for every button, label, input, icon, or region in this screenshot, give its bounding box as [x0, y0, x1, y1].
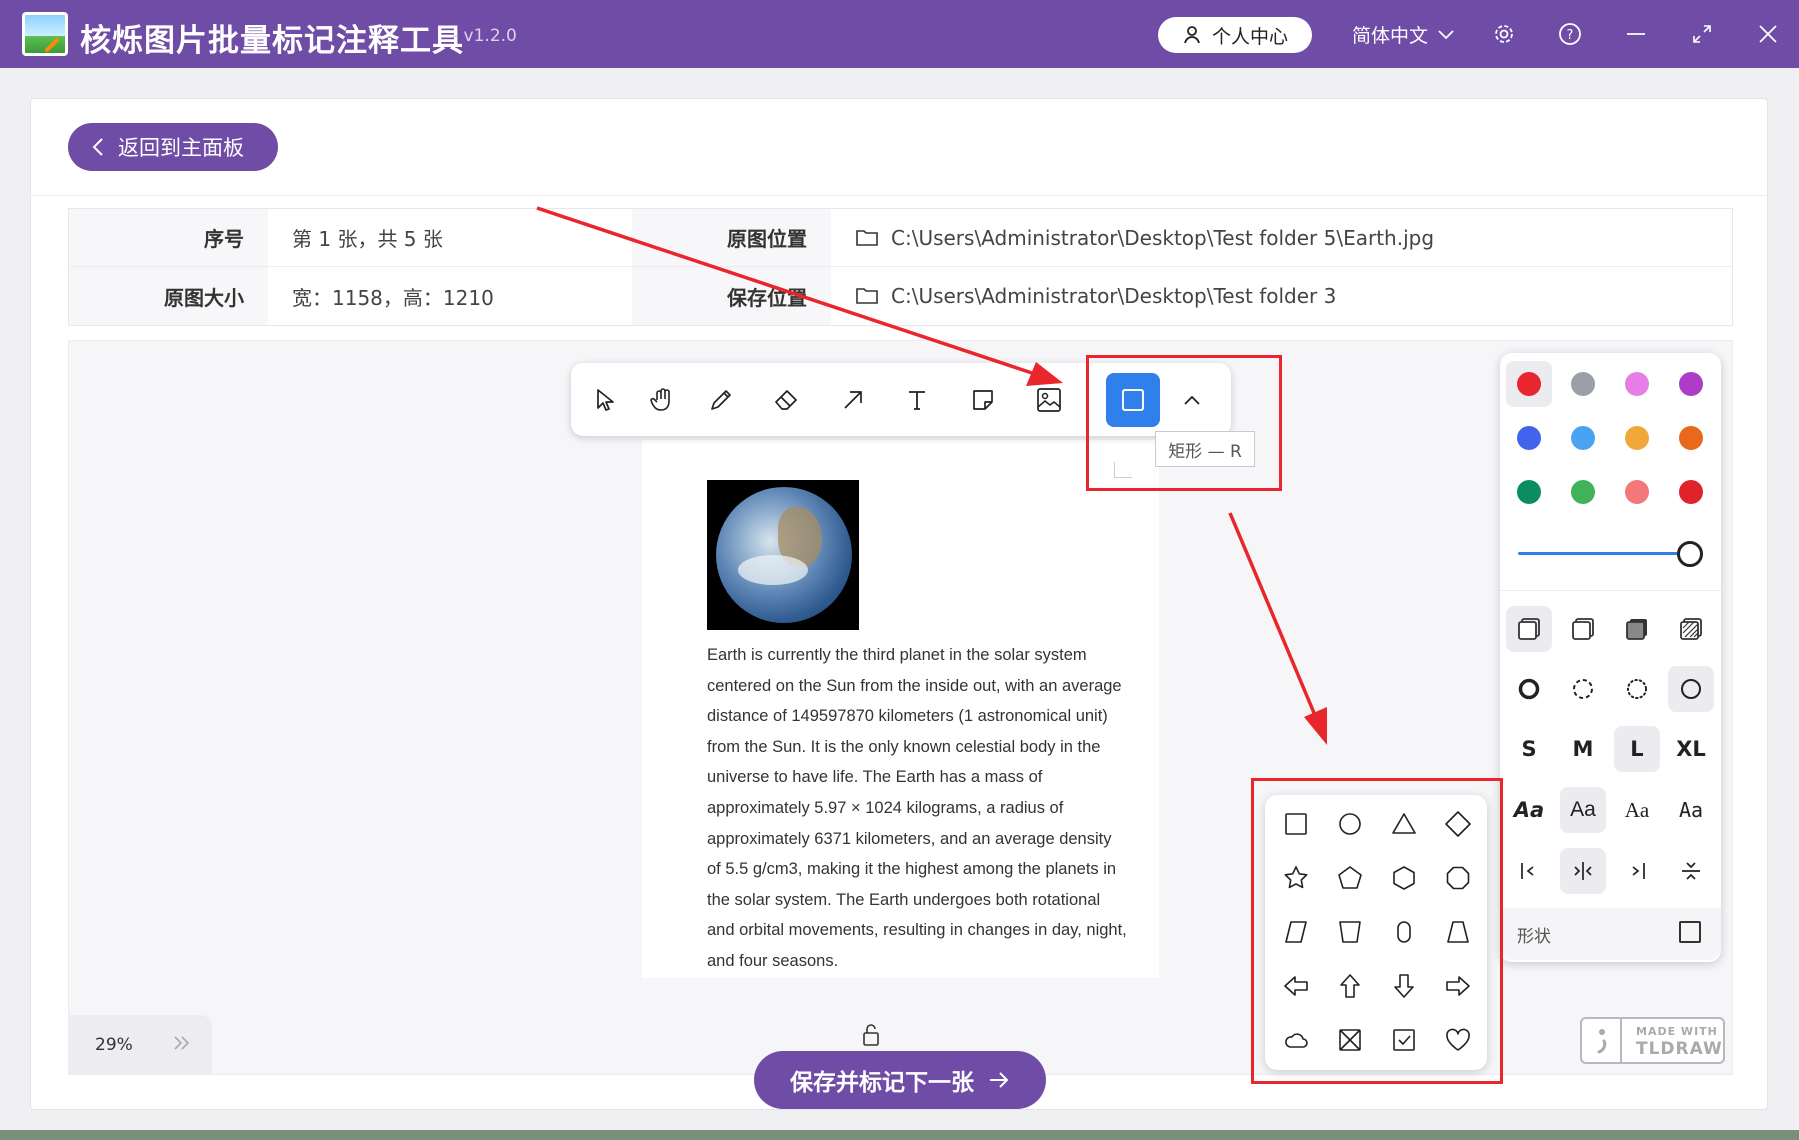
note-icon[interactable]: [956, 373, 1010, 427]
font-draw-button[interactable]: Aa: [1506, 787, 1552, 833]
tldraw-logo-icon: [1582, 1019, 1622, 1062]
color-swatch[interactable]: [1517, 426, 1541, 450]
color-swatch[interactable]: [1679, 372, 1703, 396]
color-swatch[interactable]: [1679, 480, 1703, 504]
size-s-button[interactable]: S: [1506, 726, 1552, 772]
color-swatch[interactable]: [1679, 426, 1703, 450]
size-xl-button[interactable]: XL: [1668, 726, 1714, 772]
desktop-background-strip: [0, 1130, 1799, 1140]
eraser-icon[interactable]: [760, 373, 814, 427]
document-text: Earth is currently the third planet in t…: [707, 646, 1127, 970]
source-label: 原图位置: [632, 209, 831, 267]
opacity-slider-track[interactable]: [1518, 552, 1690, 555]
save-and-next-button[interactable]: 保存并标记下一张: [754, 1051, 1046, 1109]
tldraw-label: TLDRAW: [1636, 1039, 1723, 1059]
color-swatch[interactable]: [1625, 480, 1649, 504]
color-swatch[interactable]: [1571, 372, 1595, 396]
title-bar: 核烁图片批量标记注释工具 - v1.2.0 个人中心 简体中文 ?: [0, 0, 1799, 68]
fill-none-icon[interactable]: [1506, 606, 1552, 652]
save-and-next-label: 保存并标记下一张: [790, 1070, 974, 1096]
folder-icon: [856, 288, 878, 304]
align-end-icon[interactable]: [1614, 848, 1660, 894]
app-title: 核烁图片批量标记注释工具: [80, 23, 464, 59]
shape-label: 形状: [1517, 927, 1551, 947]
select-icon[interactable]: [578, 373, 632, 427]
double-chevron-right-icon[interactable]: [172, 1032, 192, 1056]
settings-icon[interactable]: [1490, 20, 1518, 48]
image-icon[interactable]: [1022, 373, 1076, 427]
back-to-dashboard-button[interactable]: 返回到主面板: [68, 123, 278, 171]
index-value: 第 1 张，共 5 张: [268, 209, 632, 267]
align-middle-icon[interactable]: [1560, 848, 1606, 894]
separator: [1500, 590, 1721, 591]
color-swatch[interactable]: [1625, 372, 1649, 396]
fill-semi-icon[interactable]: [1560, 606, 1606, 652]
size-value: 宽：1158，高：1210: [292, 285, 494, 310]
size-m-button[interactable]: M: [1560, 726, 1606, 772]
save-path[interactable]: C:\Users\Administrator\Desktop\Test fold…: [831, 267, 1734, 325]
earth-image[interactable]: [707, 480, 859, 630]
dash-draw-icon[interactable]: [1506, 666, 1552, 712]
source-path-text: C:\Users\Administrator\Desktop\Test fold…: [891, 225, 1435, 250]
language-select[interactable]: 简体中文: [1352, 21, 1454, 48]
fill-pattern-icon[interactable]: [1668, 606, 1714, 652]
maximize-icon[interactable]: [1688, 20, 1716, 48]
app-version: - v1.2.0: [452, 26, 517, 46]
font-mono-button[interactable]: Aa: [1668, 787, 1714, 833]
color-swatch[interactable]: [1571, 480, 1595, 504]
language-label: 简体中文: [1352, 25, 1429, 47]
source-path[interactable]: C:\Users\Administrator\Desktop\Test fold…: [831, 209, 1734, 267]
divider: [30, 195, 1768, 196]
dash-dashed-icon[interactable]: [1560, 666, 1606, 712]
help-icon[interactable]: ?: [1556, 20, 1584, 48]
size-label: 原图大小: [69, 267, 268, 325]
user-center-label: 个人中心: [1211, 25, 1288, 48]
save-path-text: C:\Users\Administrator\Desktop\Test fold…: [891, 284, 1337, 308]
hand-icon[interactable]: [636, 373, 690, 427]
minimize-icon[interactable]: [1622, 20, 1650, 48]
lock-icon[interactable]: [862, 1023, 880, 1047]
save-label: 保存位置: [632, 267, 831, 325]
folder-icon: [856, 229, 878, 246]
color-swatch[interactable]: [1517, 480, 1541, 504]
highlight-box-shape-palette: [1251, 778, 1503, 1084]
arrow-right-icon: [990, 1072, 1009, 1088]
svg-text:?: ?: [1567, 28, 1574, 43]
align-start-icon[interactable]: [1506, 848, 1552, 894]
chevron-down-icon: [1438, 29, 1454, 39]
arrow-icon[interactable]: [826, 373, 880, 427]
color-swatch[interactable]: [1571, 426, 1595, 450]
size-l-button[interactable]: L: [1614, 726, 1660, 772]
user-center-button[interactable]: 个人中心: [1158, 17, 1312, 53]
fill-solid-icon[interactable]: [1614, 606, 1660, 652]
index-label: 序号: [69, 209, 268, 267]
highlight-box-rectangle-tool: [1086, 355, 1282, 491]
close-icon[interactable]: [1754, 20, 1782, 48]
dash-solid-icon[interactable]: [1668, 666, 1714, 712]
color-swatch[interactable]: [1517, 372, 1541, 396]
app-logo-icon: [22, 12, 68, 56]
made-with-label: MADE WITH: [1636, 1025, 1718, 1038]
font-serif-button[interactable]: Aa: [1614, 787, 1660, 833]
vertical-align-icon[interactable]: [1668, 848, 1714, 894]
rectangle-shape-icon[interactable]: [1679, 921, 1701, 943]
pencil-icon[interactable]: [694, 373, 748, 427]
chevron-left-icon: [92, 138, 103, 156]
dash-dotted-icon[interactable]: [1614, 666, 1660, 712]
text-icon[interactable]: [890, 373, 944, 427]
color-swatch[interactable]: [1625, 426, 1649, 450]
image-info-table: 序号 第 1 张，共 5 张 原图位置 C:\Users\Administrat…: [68, 208, 1734, 326]
back-label: 返回到主面板: [118, 136, 244, 160]
font-sans-button[interactable]: Aa: [1560, 787, 1606, 833]
user-icon: [1184, 26, 1200, 44]
opacity-slider-knob[interactable]: [1677, 541, 1703, 567]
made-with-tldraw-badge[interactable]: MADE WITH TLDRAW: [1580, 1017, 1725, 1064]
